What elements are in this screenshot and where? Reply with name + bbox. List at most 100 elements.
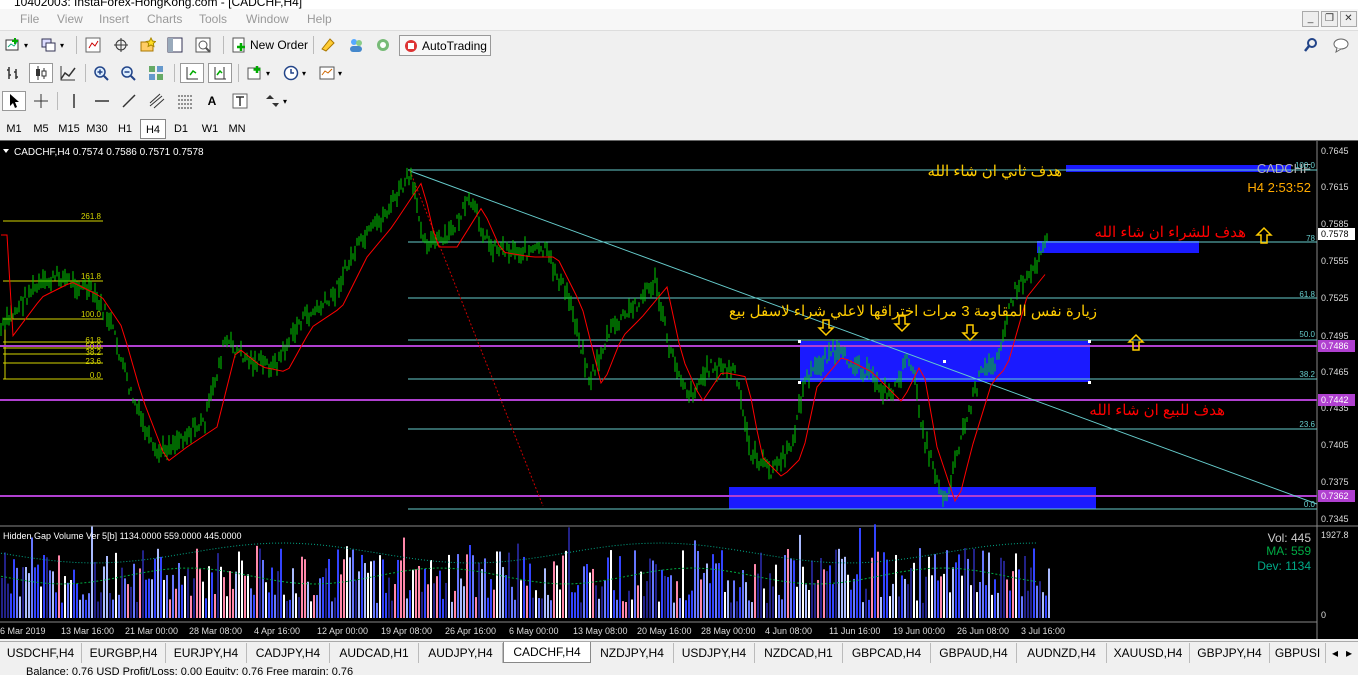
tab-audjpy[interactable]: AUDJPY,H4 [419,643,503,663]
market-watch-button[interactable] [82,35,104,55]
volume-bar [808,589,810,618]
menu-bar: File View Insert Charts Tools Window Hel… [0,9,1358,31]
menu-tools[interactable]: Tools [199,12,227,26]
cursor-button[interactable] [2,91,26,111]
volume-bar [913,562,915,618]
volume-bar [145,579,147,618]
tab-cadchf[interactable]: CADCHF,H4 [503,642,591,663]
buy-target-note: هدف للشراء ان شاء الله [1094,224,1246,241]
terminal-button[interactable] [164,35,186,55]
tf-m5[interactable]: M5 [28,119,54,139]
candlestick-button[interactable] [29,63,53,83]
templates-button[interactable]: ▾ [316,63,345,83]
channel-icon [149,93,165,109]
fibonacci-button[interactable] [174,91,196,111]
arrows-button[interactable]: ▾ [261,91,290,111]
tab-eurjpy[interactable]: EURJPY,H4 [166,643,247,663]
tab-eurgbp[interactable]: EURGBP,H4 [82,643,166,663]
tab-gbpjpy[interactable]: GBPJPY,H4 [1190,643,1270,663]
search-button[interactable] [1300,35,1322,55]
minimize-icon[interactable]: _ [1302,11,1319,27]
volume-bar [916,600,918,618]
tf-d1[interactable]: D1 [168,119,194,139]
volume-bar [490,579,492,618]
tab-xauusd[interactable]: XAUUSD,H4 [1107,643,1190,663]
menu-window[interactable]: Window [246,12,289,26]
volume-bar [28,573,30,618]
volume-bar [859,527,861,618]
svg-text:0.7465: 0.7465 [1321,367,1349,377]
tf-h1[interactable]: H1 [112,119,138,139]
svg-text:28 Mar 08:00: 28 Mar 08:00 [189,626,242,636]
volume-bar [85,599,87,618]
new-order-button[interactable]: New Order [228,35,311,55]
volume-bar [1042,592,1044,618]
menu-help[interactable]: Help [307,12,332,26]
auto-scroll-button[interactable] [180,63,204,83]
channel-button[interactable] [146,91,168,111]
tile-windows-button[interactable] [145,63,167,83]
vertical-line-button[interactable] [63,91,85,111]
zoom-in-button[interactable] [90,63,112,83]
profiles-button[interactable]: ▾ [38,35,67,55]
tab-gbpcad[interactable]: GBPCAD,H4 [843,643,931,663]
tf-mn[interactable]: MN [224,119,250,139]
crosshair-button[interactable] [30,91,52,111]
tab-nzdjpy[interactable]: NZDJPY,H4 [591,643,674,663]
menu-file[interactable]: File [20,12,39,26]
volume-bar [616,599,618,618]
menu-insert[interactable]: Insert [99,12,129,26]
chart-window[interactable]: هدف ثاني ان شاء الله هدف للشراء ان شاء ا… [0,140,1358,639]
close-icon[interactable]: ✕ [1340,11,1357,27]
volume-bar [286,601,288,618]
tf-m15[interactable]: M15 [56,119,82,139]
restore-icon[interactable]: ❐ [1321,11,1338,27]
tf-m1[interactable]: M1 [1,119,27,139]
new-chart-button[interactable]: ▾ [2,35,31,55]
strategy-tester-button[interactable] [192,35,214,55]
chart-shift-button[interactable] [208,63,232,83]
signals-button[interactable] [345,35,367,55]
tab-audnzd[interactable]: AUDNZD,H4 [1017,643,1107,663]
tab-cadjpy[interactable]: CADJPY,H4 [247,643,330,663]
indicators-button[interactable]: ▾ [244,63,273,83]
bar-chart-button[interactable] [2,63,24,83]
volume-bar [265,582,267,618]
trendline-button[interactable] [118,91,140,111]
chat-button[interactable] [1330,35,1352,55]
volume-bar [937,580,939,618]
volume-bar [769,573,771,618]
tab-scroll-right-icon[interactable]: ▸ [1342,643,1356,663]
navigator-button[interactable] [137,35,159,55]
tab-gbpusd[interactable]: GBPUSI [1270,643,1326,663]
metaeditor-button[interactable] [317,35,339,55]
tf-m30[interactable]: M30 [84,119,110,139]
menu-view[interactable]: View [57,12,83,26]
community-button[interactable] [372,35,394,55]
data-window-button[interactable] [110,35,132,55]
line-chart-button[interactable] [57,63,79,83]
tab-gbpaud[interactable]: GBPAUD,H4 [931,643,1017,663]
text-button[interactable]: A [201,91,223,111]
menu-charts[interactable]: Charts [147,12,182,26]
volume-bar [502,567,504,618]
zoom-out-button[interactable] [117,63,139,83]
tab-usdchf[interactable]: USDCHF,H4 [0,643,82,663]
volume-bar [571,592,573,618]
periods-button[interactable]: ▾ [280,63,309,83]
tab-nzdcad[interactable]: NZDCAD,H1 [755,643,843,663]
volume-bar [643,596,645,618]
tab-scroll-left-icon[interactable]: ◂ [1328,643,1342,663]
volume-bar [1021,596,1023,618]
volume-bar [517,543,519,618]
tf-w1[interactable]: W1 [197,119,223,139]
svg-text:23.6: 23.6 [1299,420,1315,429]
chart-header: CADCHF,H4 0.7574 0.7586 0.7571 0.7578 [14,147,204,158]
tab-usdjpy[interactable]: USDJPY,H4 [674,643,755,663]
text-label-button[interactable] [229,91,251,111]
horizontal-line-button[interactable] [91,91,113,111]
autotrading-button[interactable]: AutoTrading [399,35,491,56]
tf-h4[interactable]: H4 [140,119,166,139]
tab-audcad[interactable]: AUDCAD,H1 [330,643,419,663]
templates-icon [319,66,335,80]
